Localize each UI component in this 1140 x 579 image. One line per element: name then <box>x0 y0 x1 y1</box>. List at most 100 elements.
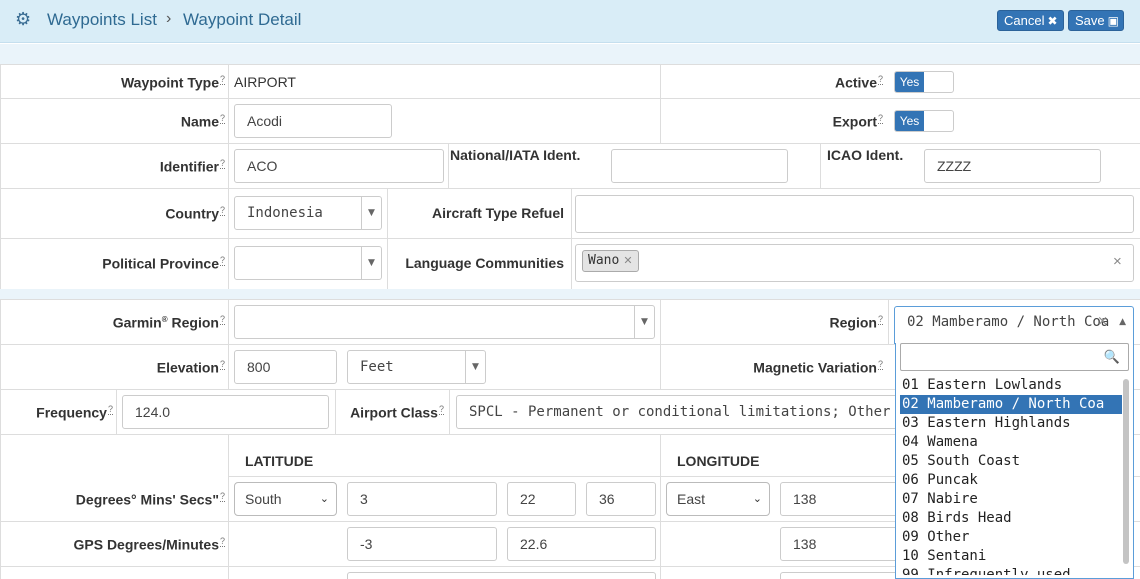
dropdown-scrollbar[interactable] <box>1123 379 1129 564</box>
help-icon[interactable]: ? <box>219 205 225 216</box>
longitude-hemisphere-value: East <box>677 491 706 507</box>
divider <box>660 434 661 579</box>
divider <box>116 389 117 434</box>
name-label: Name? <box>180 113 225 130</box>
active-toggle[interactable]: Yes <box>894 71 954 93</box>
help-icon[interactable]: ? <box>219 491 225 502</box>
language-tag-label: Wano <box>588 253 620 268</box>
elevation-unit-select[interactable]: Feet ▼ <box>347 350 486 384</box>
gps-longitude-degrees-input[interactable]: 138 <box>780 527 900 561</box>
gear-icon[interactable]: ⚙ <box>15 10 33 28</box>
help-icon[interactable]: ? <box>107 404 113 415</box>
chevron-down-icon: ▼ <box>634 306 654 338</box>
region-search-input[interactable]: 🔍 <box>900 343 1129 371</box>
longitude-hemisphere-select[interactable]: East ⌄ <box>666 482 770 516</box>
region-option[interactable]: 09 Other <box>900 528 1122 547</box>
latitude-minutes-input[interactable]: 22 <box>507 482 576 516</box>
region-option[interactable]: 10 Sentani <box>900 547 1122 566</box>
clear-all-icon[interactable]: × <box>1113 253 1122 270</box>
remove-tag-icon[interactable]: ✕ <box>623 254 632 267</box>
save-button[interactable]: Save ▣ <box>1068 10 1124 31</box>
airport-class-value: SPCL - Permanent or conditional limitati… <box>469 404 906 420</box>
divider <box>0 299 1140 300</box>
region-select-value: 02 Mamberamo / North Coa <box>907 314 1110 330</box>
waypoint-type-value: AIRPORT <box>234 74 296 90</box>
divider <box>571 188 572 289</box>
divider <box>228 64 229 289</box>
language-label: Language Communities <box>405 255 564 271</box>
region-option[interactable]: 01 Eastern Lowlands <box>900 376 1122 395</box>
region-option[interactable]: 07 Nabire <box>900 490 1122 509</box>
region-option[interactable]: 08 Birds Head <box>900 509 1122 528</box>
aircraft-refuel-label: Aircraft Type Refuel <box>432 205 564 221</box>
gps-latitude-minutes-input[interactable]: 22.6 <box>507 527 656 561</box>
elevation-input[interactable]: 800 <box>234 350 337 384</box>
help-icon[interactable]: ? <box>438 404 444 415</box>
aircraft-refuel-input[interactable] <box>575 195 1134 233</box>
divider <box>449 389 450 434</box>
help-icon[interactable]: ? <box>219 74 225 85</box>
chevron-down-icon: ⌄ <box>319 493 329 505</box>
latitude-degrees-input[interactable]: 3 <box>347 482 497 516</box>
country-select[interactable]: Indonesia ▼ <box>234 196 382 230</box>
name-input[interactable]: Acodi <box>234 104 392 138</box>
region-select[interactable]: 02 Mamberamo / North Coa × ▲ <box>894 306 1134 344</box>
breadcrumb-waypoints-list[interactable]: Waypoints List <box>47 10 157 30</box>
region-option[interactable]: 04 Wamena <box>900 433 1122 452</box>
elevation-label: Elevation? <box>156 359 225 376</box>
help-icon[interactable]: ? <box>219 158 225 169</box>
next-row-input[interactable] <box>780 572 900 579</box>
save-button-label: Save <box>1075 13 1105 28</box>
latitude-hemisphere-select[interactable]: South ⌄ <box>234 482 337 516</box>
airport-class-select[interactable]: SPCL - Permanent or conditional limitati… <box>456 395 906 429</box>
cancel-button[interactable]: Cancel ✖ <box>997 10 1064 31</box>
section-gap <box>0 44 1140 64</box>
frequency-input[interactable]: 124.0 <box>122 395 329 429</box>
next-row-input[interactable] <box>347 572 656 579</box>
breadcrumb-waypoint-detail[interactable]: Waypoint Detail <box>183 10 301 30</box>
country-label: Country? <box>165 205 225 222</box>
province-select[interactable]: ▼ <box>234 246 382 280</box>
cancel-button-label: Cancel <box>1004 13 1045 28</box>
longitude-degrees-input[interactable]: 138 <box>780 482 900 516</box>
page-header: ⚙ Waypoints List › Waypoint Detail Cance… <box>0 0 1140 43</box>
help-icon[interactable]: ? <box>219 113 225 124</box>
help-icon[interactable]: ? <box>877 359 883 370</box>
divider <box>0 188 1140 189</box>
help-icon[interactable]: ? <box>877 74 883 85</box>
export-toggle[interactable]: Yes <box>894 110 954 132</box>
close-icon: ✖ <box>1047 14 1058 28</box>
country-select-value: Indonesia <box>247 205 323 221</box>
identifier-input[interactable]: ACO <box>234 149 444 183</box>
help-icon[interactable]: ? <box>219 359 225 370</box>
garmin-region-select[interactable]: ▼ <box>234 305 655 339</box>
region-option[interactable]: 06 Puncak <box>900 471 1122 490</box>
language-tag[interactable]: Wano ✕ <box>582 250 639 272</box>
national-iata-label: National/IATA Ident. <box>450 147 581 163</box>
region-option[interactable]: 99 Infrequently used <box>900 566 1122 575</box>
help-icon[interactable]: ? <box>219 314 225 325</box>
divider <box>0 64 1140 65</box>
region-option[interactable]: 05 South Coast <box>900 452 1122 471</box>
help-icon[interactable]: ? <box>219 255 225 266</box>
chevron-up-icon: ▲ <box>1119 317 1126 327</box>
region-option[interactable]: 03 Eastern Highlands <box>900 414 1122 433</box>
help-icon[interactable]: ? <box>219 536 225 547</box>
divider <box>660 64 661 144</box>
help-icon[interactable]: ? <box>877 314 883 325</box>
gps-latitude-degrees-input[interactable]: -3 <box>347 527 497 561</box>
active-label: Active? <box>834 74 883 91</box>
help-icon[interactable]: ? <box>877 113 883 124</box>
language-multiselect[interactable] <box>575 244 1134 282</box>
region-dropdown: 🔍 01 Eastern Lowlands 02 Mamberamo / Nor… <box>895 343 1134 579</box>
elevation-unit-value: Feet <box>360 359 394 375</box>
divider <box>660 299 661 389</box>
clear-icon[interactable]: × <box>1097 307 1108 337</box>
icao-input[interactable]: ZZZZ <box>924 149 1101 183</box>
identifier-label: Identifier? <box>159 158 225 175</box>
latitude-seconds-input[interactable]: 36 <box>586 482 656 516</box>
region-option-selected[interactable]: 02 Mamberamo / North Coa <box>900 395 1122 414</box>
section-gap <box>0 289 1140 299</box>
divider <box>0 98 1140 99</box>
national-iata-input[interactable] <box>611 149 788 183</box>
